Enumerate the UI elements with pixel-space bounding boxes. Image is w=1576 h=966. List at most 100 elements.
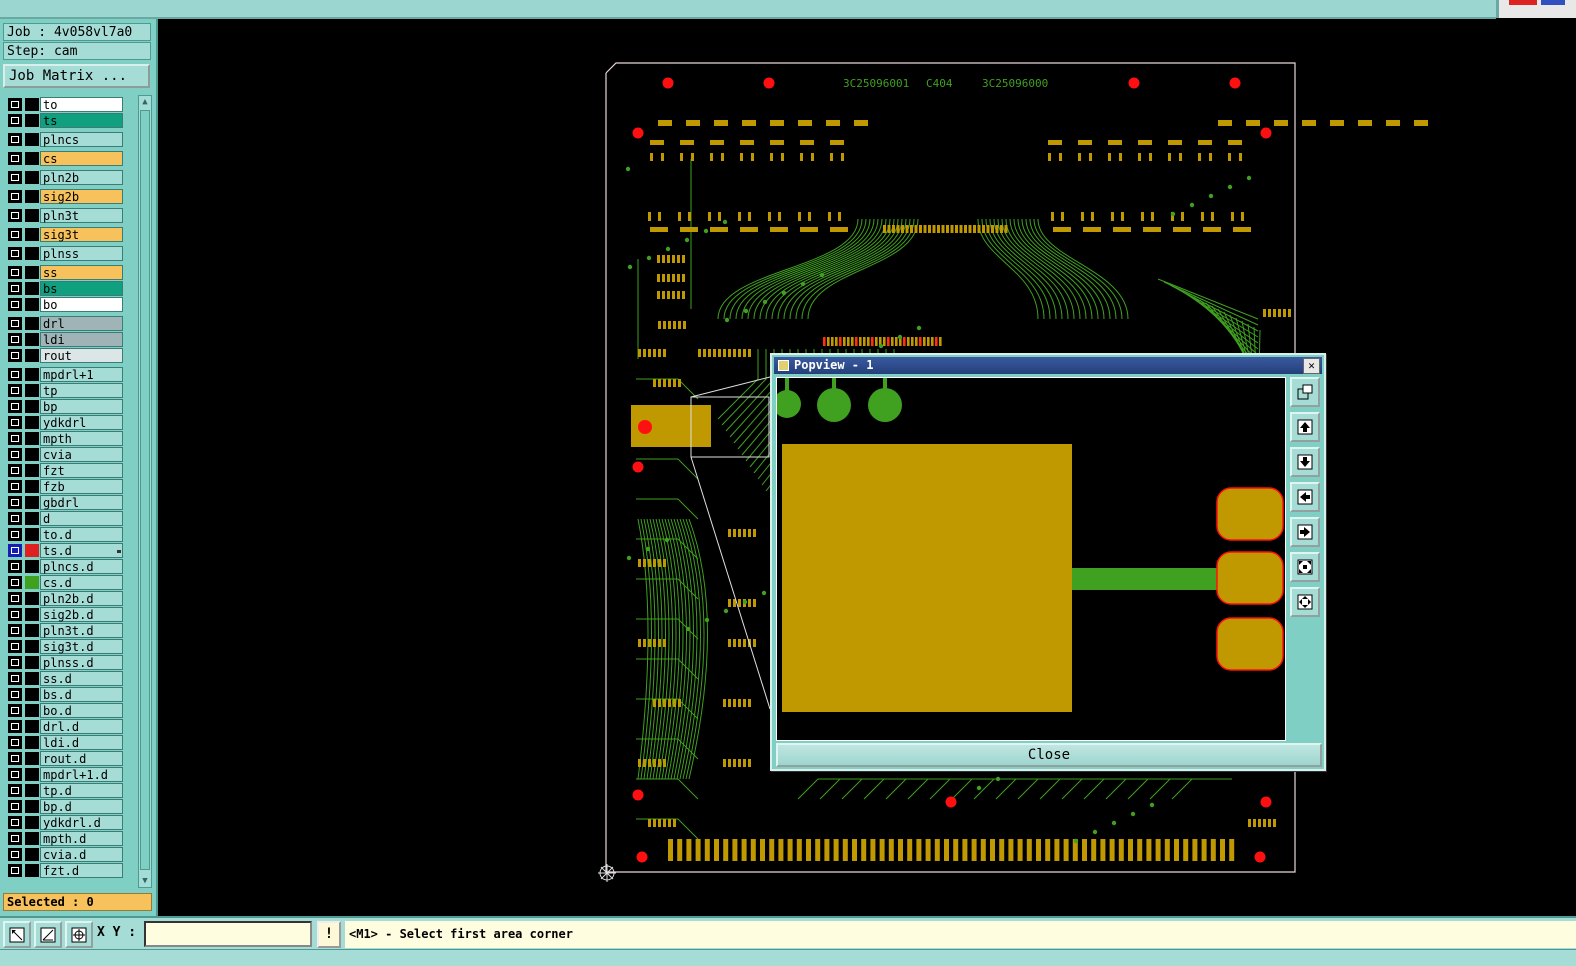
layer-checkbox[interactable] <box>8 816 22 829</box>
layer-checkbox[interactable] <box>8 704 22 717</box>
layer-name[interactable]: sig2b.d <box>40 607 123 622</box>
layer-checkbox[interactable] <box>8 416 22 429</box>
layer-checkbox[interactable] <box>8 528 22 541</box>
layer-name[interactable]: pln3t.d <box>40 623 123 638</box>
layer-row[interactable]: plnss <box>4 246 135 261</box>
close-icon[interactable]: ✕ <box>1303 358 1320 374</box>
pan-down-icon[interactable] <box>1290 447 1320 477</box>
layer-name[interactable]: ldi.d <box>40 735 123 750</box>
layer-name[interactable]: bo.d <box>40 703 123 718</box>
layer-row[interactable]: bs <box>4 281 135 296</box>
layer-checkbox[interactable] <box>8 832 22 845</box>
layer-name[interactable]: bp <box>40 399 123 414</box>
layer-name[interactable]: ydkdrl <box>40 415 123 430</box>
alert-icon[interactable]: ! <box>317 921 341 948</box>
layer-row[interactable]: ts <box>4 113 135 128</box>
layer-name[interactable]: mpth <box>40 431 123 446</box>
layer-checkbox[interactable] <box>8 560 22 573</box>
popview-close-button[interactable]: Close <box>776 743 1322 767</box>
layer-row[interactable]: to.d <box>4 527 135 542</box>
layer-name[interactable]: ts <box>40 113 123 128</box>
layer-name[interactable]: mpdrl+1 <box>40 367 123 382</box>
layer-checkbox[interactable] <box>8 333 22 346</box>
layer-row[interactable]: bo <box>4 297 135 312</box>
layer-checkbox[interactable] <box>8 349 22 362</box>
layer-row[interactable]: sig3t.d <box>4 639 135 654</box>
layer-row[interactable]: mpdrl+1 <box>4 367 135 382</box>
layer-name[interactable]: ydkdrl.d <box>40 815 123 830</box>
layer-row[interactable]: sig2b <box>4 189 135 204</box>
layer-name[interactable]: fzb <box>40 479 123 494</box>
layer-row[interactable]: pln2b.d <box>4 591 135 606</box>
layer-list-scrollbar[interactable]: ▲ ▼ <box>138 95 152 888</box>
layer-name[interactable]: to <box>40 97 123 112</box>
zoom-fit-icon[interactable] <box>1290 552 1320 582</box>
layer-checkbox[interactable] <box>8 848 22 861</box>
layer-row[interactable]: ss <box>4 265 135 280</box>
layer-row[interactable]: bo.d <box>4 703 135 718</box>
layer-name[interactable]: ss <box>40 265 123 280</box>
layer-checkbox[interactable] <box>8 608 22 621</box>
layer-name[interactable]: cvia.d <box>40 847 123 862</box>
layer-checkbox[interactable] <box>8 672 22 685</box>
layer-row[interactable]: mpth.d <box>4 831 135 846</box>
layer-checkbox[interactable] <box>8 592 22 605</box>
layer-checkbox[interactable] <box>8 171 22 184</box>
layer-checkbox[interactable] <box>8 209 22 222</box>
layer-checkbox[interactable] <box>8 152 22 165</box>
layer-name[interactable]: tp <box>40 383 123 398</box>
scroll-thumb[interactable] <box>140 110 150 870</box>
layer-name[interactable]: pln2b <box>40 170 123 185</box>
layer-name[interactable]: sig3t <box>40 227 123 242</box>
layer-row[interactable]: pln2b <box>4 170 135 185</box>
layer-name[interactable]: plnss.d <box>40 655 123 670</box>
layer-row[interactable]: drl.d <box>4 719 135 734</box>
layer-row[interactable]: tp.d <box>4 783 135 798</box>
layer-name[interactable]: d <box>40 511 123 526</box>
popview-viewport[interactable] <box>776 377 1286 741</box>
layer-checkbox[interactable] <box>8 720 22 733</box>
scroll-down-icon[interactable]: ▼ <box>140 876 150 886</box>
layer-checkbox[interactable] <box>8 512 22 525</box>
layer-checkbox[interactable] <box>8 736 22 749</box>
layer-name[interactable]: tp.d <box>40 783 123 798</box>
layer-checkbox[interactable] <box>8 864 22 877</box>
layer-checkbox[interactable] <box>8 282 22 295</box>
layer-checkbox[interactable] <box>8 752 22 765</box>
layer-checkbox[interactable] <box>8 133 22 146</box>
layer-row[interactable]: d <box>4 511 135 526</box>
layer-name[interactable]: rout.d <box>40 751 123 766</box>
layer-name[interactable]: gbdrl <box>40 495 123 510</box>
layer-row[interactable]: cs.d <box>4 575 135 590</box>
layer-row[interactable]: cs <box>4 151 135 166</box>
layer-name[interactable]: mpth.d <box>40 831 123 846</box>
layer-checkbox[interactable] <box>8 496 22 509</box>
layer-name[interactable]: mpdrl+1.d <box>40 767 123 782</box>
layer-checkbox[interactable] <box>8 656 22 669</box>
layer-row[interactable]: ydkdrl.d <box>4 815 135 830</box>
layer-name[interactable]: cs <box>40 151 123 166</box>
layer-row[interactable]: mpth <box>4 431 135 446</box>
job-matrix-button[interactable]: Job Matrix ... <box>3 64 150 88</box>
layer-checkbox[interactable] <box>8 464 22 477</box>
grid-icon[interactable] <box>65 921 93 948</box>
layer-name[interactable]: bs.d <box>40 687 123 702</box>
popview-titlebar[interactable]: Popview - 1 ✕ <box>774 357 1322 374</box>
layer-checkbox[interactable] <box>8 688 22 701</box>
layer-row[interactable]: rout <box>4 348 135 363</box>
pan-up-icon[interactable] <box>1290 412 1320 442</box>
layer-checkbox[interactable] <box>8 784 22 797</box>
layer-name[interactable]: plnss <box>40 246 123 261</box>
layer-checkbox[interactable] <box>8 624 22 637</box>
layer-name[interactable]: rout <box>40 348 123 363</box>
layer-checkbox[interactable] <box>8 768 22 781</box>
layer-checkbox[interactable] <box>8 800 22 813</box>
layer-name[interactable]: bo <box>40 297 123 312</box>
layer-name[interactable]: pln3t <box>40 208 123 223</box>
xy-input[interactable] <box>144 921 312 947</box>
layer-name[interactable]: sig3t.d <box>40 639 123 654</box>
layer-checkbox[interactable] <box>8 228 22 241</box>
layer-name[interactable]: fzt <box>40 463 123 478</box>
scroll-up-icon[interactable]: ▲ <box>140 97 150 107</box>
measure-icon[interactable] <box>3 921 31 948</box>
